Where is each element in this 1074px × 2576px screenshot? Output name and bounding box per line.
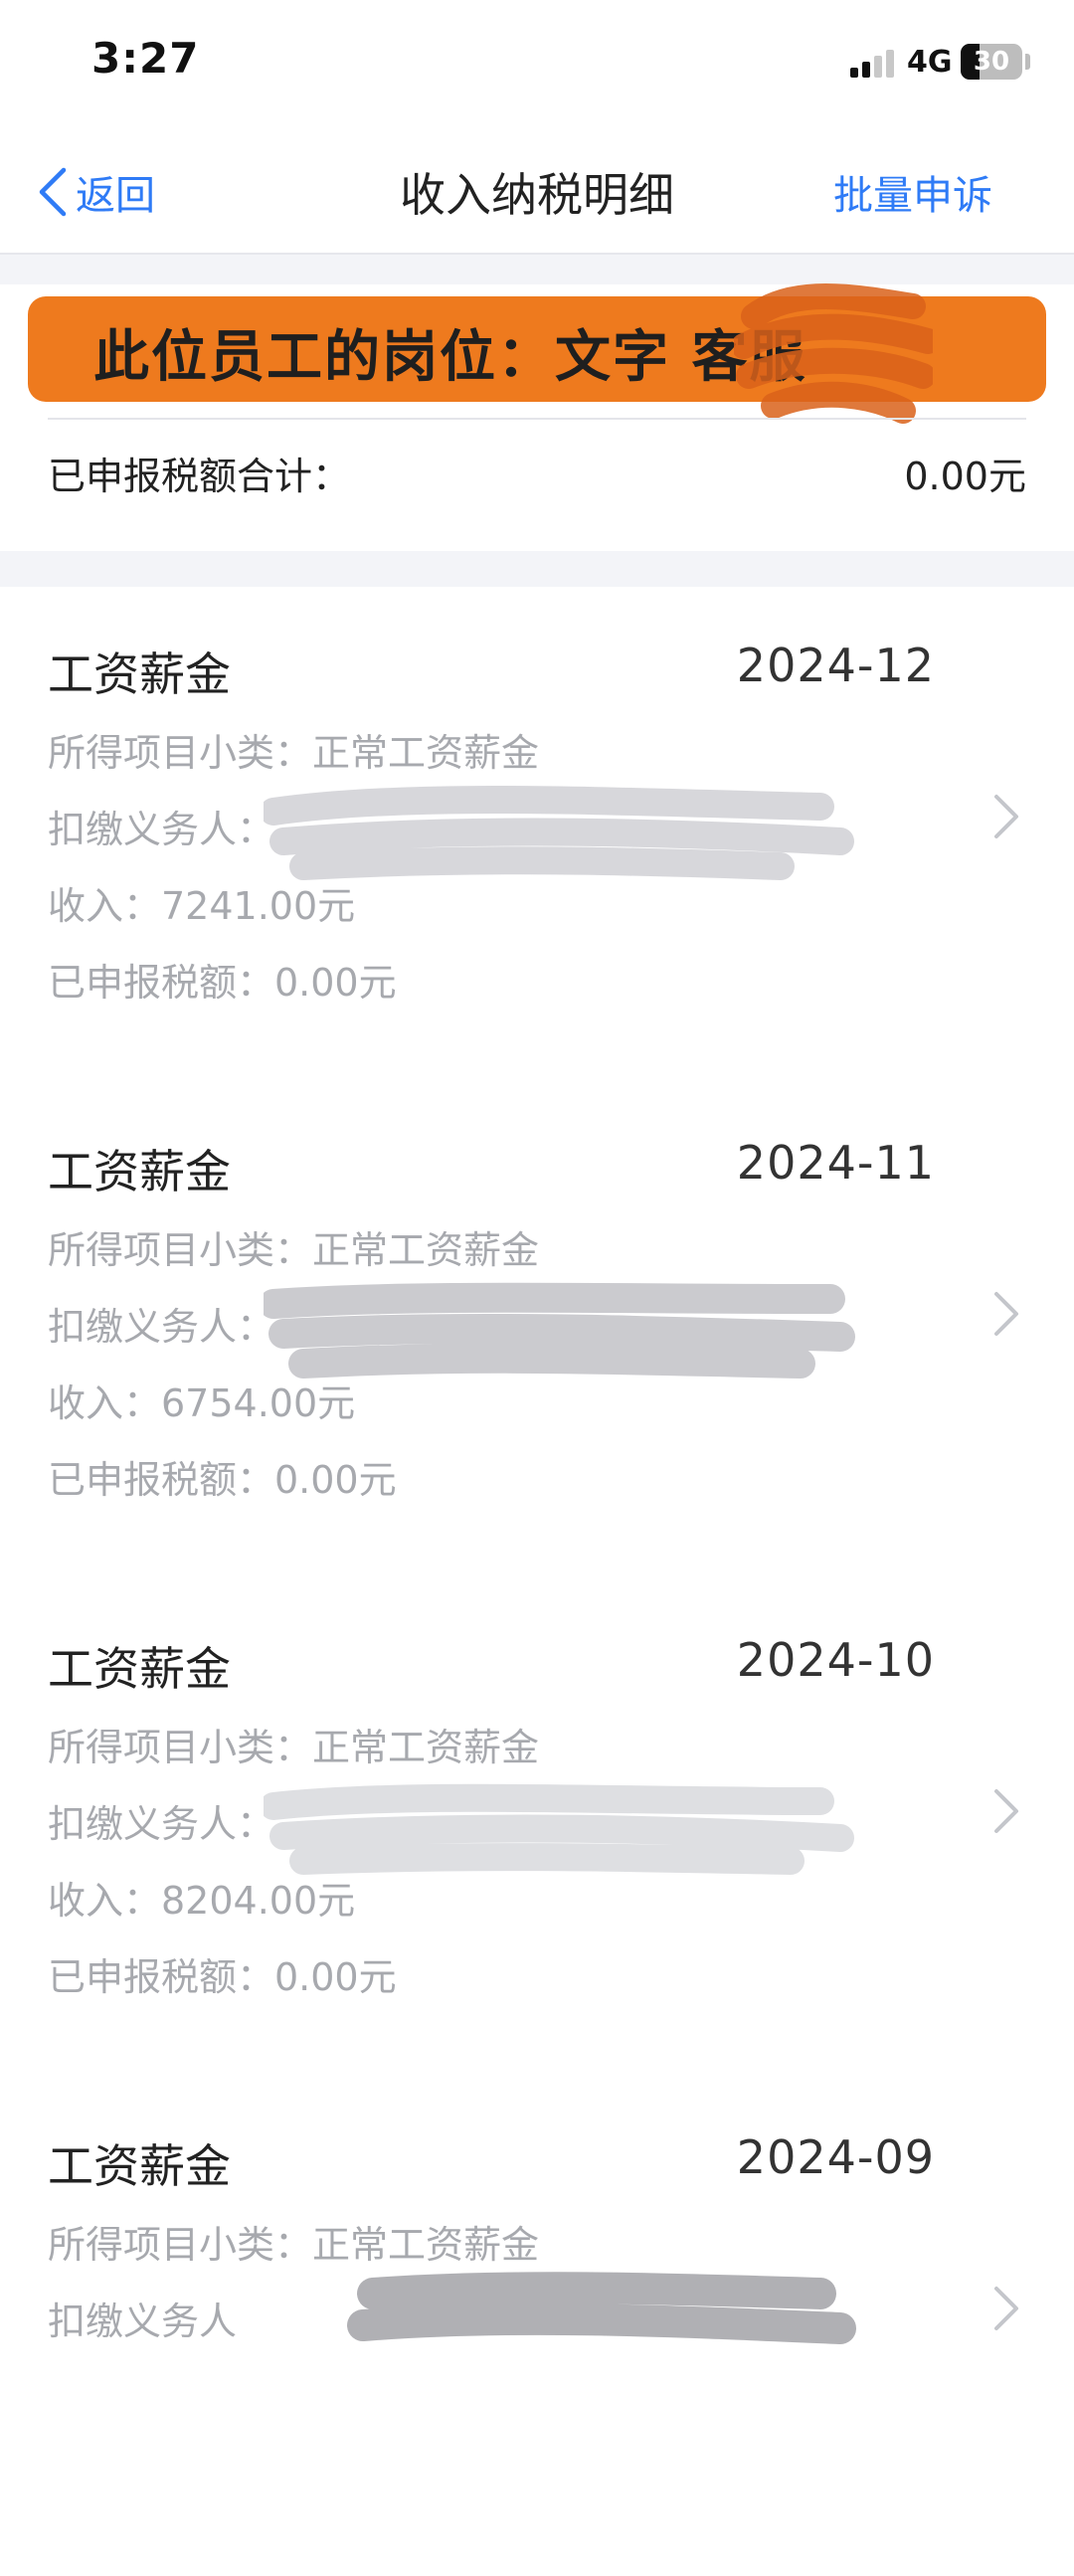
status-time: 3:27 [91,34,200,83]
redaction-blur [264,786,854,880]
record-date: 2024-12 [736,639,935,692]
record-subcategory: 所得项目小类：正常工资薪金 [48,731,540,775]
record-tax: 已申报税额：0.00元 [48,961,397,1005]
total-tax-label: 已申报税额合计： [48,455,351,498]
cellular-signal-icon [850,50,896,78]
income-record[interactable]: 工资薪金 2024-09 所得项目小类：正常工资薪金 扣缴义务人 [0,2079,1074,2576]
record-withholder: 扣缴义务人 [48,2300,238,2343]
income-record[interactable]: 工资薪金 2024-11 所得项目小类：正常工资薪金 扣缴义务人： 收入：675… [0,1084,1074,1581]
redaction-blur [347,2272,856,2344]
redaction-scribble [734,283,933,424]
record-income: 收入：6754.00元 [48,1381,356,1425]
record-date: 2024-11 [736,1136,935,1190]
chevron-right-icon [994,2287,1018,2330]
status-bar: 3:27 4G 30 [0,0,1074,129]
annotation-banner: 此位员工的岗位：文字 客服 [28,283,1046,424]
record-title: 工资薪金 [48,1642,231,1696]
summary-card: 此位员工的岗位：文字 客服 已申报税额合计： 0.00元 [0,283,1074,551]
network-type: 4G [907,45,953,80]
record-income: 收入：8204.00元 [48,1879,356,1923]
batch-appeal-button[interactable]: 批量申诉 [833,163,992,221]
chevron-right-icon [994,1292,1018,1336]
income-record-list: 工资薪金 2024-12 所得项目小类：正常工资薪金 扣缴义务人： 收入：724… [0,587,1074,2576]
record-withholder: 扣缴义务人： [48,1305,275,1349]
record-subcategory: 所得项目小类：正常工资薪金 [48,2223,540,2267]
redaction-blur [264,1282,855,1379]
total-tax-value: 0.00元 [904,455,1026,498]
record-tax: 已申报税额：0.00元 [48,1458,397,1502]
battery-icon: 30 [961,44,1022,80]
record-subcategory: 所得项目小类：正常工资薪金 [48,1228,540,1272]
record-date: 2024-09 [736,2130,935,2184]
record-income: 收入：7241.00元 [48,884,356,928]
battery-level: 30 [973,47,1010,77]
battery-tip [1025,54,1030,70]
redaction-blur [264,1783,854,1875]
chevron-right-icon [994,795,1018,838]
record-title: 工资薪金 [48,1145,231,1198]
nav-bar: 返回 收入纳税明细 批量申诉 [0,129,1074,255]
banner-text: 此位员工的岗位：文字 客服 [93,325,807,390]
record-title: 工资薪金 [48,2139,231,2193]
record-date: 2024-10 [736,1633,935,1687]
chevron-right-icon [994,1789,1018,1833]
record-withholder: 扣缴义务人： [48,808,275,851]
divider [48,418,1026,420]
income-record[interactable]: 工资薪金 2024-10 所得项目小类：正常工资薪金 扣缴义务人： 收入：820… [0,1581,1074,2079]
record-tax: 已申报税额：0.00元 [48,1955,397,1999]
income-record[interactable]: 工资薪金 2024-12 所得项目小类：正常工资薪金 扣缴义务人： 收入：724… [0,587,1074,1084]
record-withholder: 扣缴义务人： [48,1802,275,1846]
record-subcategory: 所得项目小类：正常工资薪金 [48,1726,540,1769]
record-title: 工资薪金 [48,647,231,701]
